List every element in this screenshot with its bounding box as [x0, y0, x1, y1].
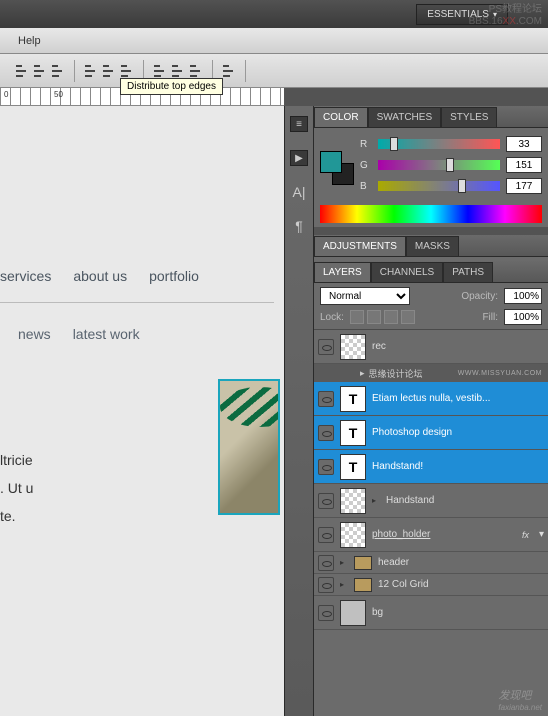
- layer-text-1[interactable]: T Etiam lectus nulla, vestib...: [314, 382, 548, 416]
- blend-mode-select[interactable]: Normal: [320, 287, 410, 305]
- layer-photo-holder[interactable]: photo_holder fx ▾: [314, 518, 548, 552]
- layers-list: rec ▸ 思缘设计论坛 WWW.MISSYUAN.COM T Etiam le…: [314, 330, 548, 716]
- tab-channels[interactable]: CHANNELS: [371, 262, 443, 282]
- b-label: B: [360, 181, 372, 192]
- text-layer-icon: T: [340, 386, 366, 412]
- foreground-swatch[interactable]: [320, 151, 342, 173]
- tab-swatches[interactable]: SWATCHES: [368, 107, 442, 127]
- sub-news[interactable]: news: [18, 326, 51, 342]
- color-panel: R G B: [314, 128, 548, 227]
- layer-thumb[interactable]: [340, 334, 366, 360]
- align-bottom-icon[interactable]: [50, 63, 66, 79]
- tab-masks[interactable]: MASKS: [406, 236, 459, 256]
- tab-color[interactable]: COLOR: [314, 107, 368, 127]
- canvas-area[interactable]: services about us portfolio news latest …: [0, 106, 284, 716]
- layer-group-grid[interactable]: ▸ 12 Col Grid: [314, 574, 548, 596]
- layer-text-3[interactable]: T Handstand!: [314, 450, 548, 484]
- layer-divider[interactable]: ▸ 思缘设计论坛 WWW.MISSYUAN.COM: [314, 364, 548, 382]
- visibility-icon[interactable]: [318, 555, 334, 571]
- lock-transparency-icon[interactable]: [350, 310, 364, 324]
- r-input[interactable]: [506, 136, 542, 152]
- layer-thumb[interactable]: [340, 522, 366, 548]
- nav-portfolio[interactable]: portfolio: [149, 268, 199, 284]
- visibility-icon[interactable]: [318, 459, 334, 475]
- dock-icon-1[interactable]: ≡: [290, 116, 308, 132]
- adjustments-tabs: ADJUSTMENTS MASKS: [314, 235, 548, 257]
- fill-label: Fill:: [482, 312, 498, 323]
- character-icon[interactable]: A|: [290, 184, 308, 200]
- layers-panel: Normal Opacity: Lock: Fill:: [314, 283, 548, 716]
- panel-dock: ≡ ▶ A| ¶: [284, 106, 314, 716]
- tab-adjustments[interactable]: ADJUSTMENTS: [314, 236, 406, 256]
- text-layer-icon: T: [340, 454, 366, 480]
- menu-help[interactable]: Help: [10, 33, 49, 49]
- lock-position-icon[interactable]: [384, 310, 398, 324]
- nav-services[interactable]: services: [0, 268, 51, 284]
- tab-paths[interactable]: PATHS: [443, 262, 493, 282]
- body-text: ltricie . Ut u te.: [0, 446, 33, 530]
- r-label: R: [360, 139, 372, 150]
- fx-badge[interactable]: fx: [518, 530, 533, 540]
- distribute-right-icon[interactable]: [188, 63, 204, 79]
- opacity-input[interactable]: [504, 288, 542, 304]
- folder-icon: [354, 556, 372, 570]
- distribute-hcenter-icon[interactable]: [170, 63, 186, 79]
- visibility-icon[interactable]: [318, 339, 334, 355]
- spectrum-bar[interactable]: [320, 205, 542, 223]
- g-input[interactable]: [506, 157, 542, 173]
- layer-text-2[interactable]: T Photoshop design: [314, 416, 548, 450]
- photo-selection[interactable]: [218, 379, 280, 515]
- sub-latest[interactable]: latest work: [73, 326, 140, 342]
- visibility-icon[interactable]: [318, 425, 334, 441]
- tab-layers[interactable]: LAYERS: [314, 262, 371, 282]
- visibility-icon[interactable]: [318, 577, 334, 593]
- layer-bg[interactable]: bg: [314, 596, 548, 630]
- distribute-vcenter-icon[interactable]: [101, 63, 117, 79]
- tooltip: Distribute top edges: [120, 78, 223, 95]
- tab-styles[interactable]: STYLES: [441, 107, 497, 127]
- panels-column: COLOR SWATCHES STYLES R G: [314, 106, 548, 716]
- folder-icon: [354, 578, 372, 592]
- opacity-label: Opacity:: [461, 291, 498, 302]
- options-bar: Distribute top edges: [0, 54, 548, 88]
- lock-all-icon[interactable]: [401, 310, 415, 324]
- lock-pixels-icon[interactable]: [367, 310, 381, 324]
- distribute-top-icon[interactable]: [83, 63, 99, 79]
- layer-thumb[interactable]: [340, 600, 366, 626]
- layer-rec[interactable]: rec: [314, 330, 548, 364]
- layers-tabs: LAYERS CHANNELS PATHS: [314, 261, 548, 283]
- color-panel-tabs: COLOR SWATCHES STYLES: [314, 106, 548, 128]
- layer-handstand[interactable]: ▸ Handstand: [314, 484, 548, 518]
- visibility-icon[interactable]: [318, 493, 334, 509]
- workspace-bar: ESSENTIALS: [0, 0, 548, 28]
- nav-links: services about us portfolio: [0, 268, 199, 284]
- menu-bar: Help: [0, 28, 548, 54]
- g-slider[interactable]: [378, 160, 500, 170]
- r-slider[interactable]: [378, 139, 500, 149]
- visibility-icon[interactable]: [318, 527, 334, 543]
- paragraph-icon[interactable]: ¶: [290, 218, 308, 234]
- g-label: G: [360, 160, 372, 171]
- watermark-bottom: 发现吧 faxianba.net: [498, 687, 542, 712]
- sub-links: news latest work: [18, 326, 140, 342]
- distribute-bottom-icon[interactable]: [119, 63, 135, 79]
- b-input[interactable]: [506, 178, 542, 194]
- dock-icon-2[interactable]: ▶: [290, 150, 308, 166]
- layer-group-header[interactable]: ▸ header: [314, 552, 548, 574]
- distribute-left-icon[interactable]: [152, 63, 168, 79]
- visibility-icon[interactable]: [318, 391, 334, 407]
- watermark-top: PS教程论坛 BBS.16XX.COM: [469, 4, 542, 28]
- visibility-icon[interactable]: [318, 605, 334, 621]
- fill-input[interactable]: [504, 309, 542, 325]
- layer-thumb[interactable]: [340, 488, 366, 514]
- auto-align-icon[interactable]: [221, 63, 237, 79]
- text-layer-icon: T: [340, 420, 366, 446]
- lock-label: Lock:: [320, 312, 344, 323]
- b-slider[interactable]: [378, 181, 500, 191]
- nav-about[interactable]: about us: [73, 268, 127, 284]
- align-top-icon[interactable]: [14, 63, 30, 79]
- divider-line: [0, 302, 274, 303]
- color-swatches[interactable]: [320, 151, 354, 185]
- align-vcenter-icon[interactable]: [32, 63, 48, 79]
